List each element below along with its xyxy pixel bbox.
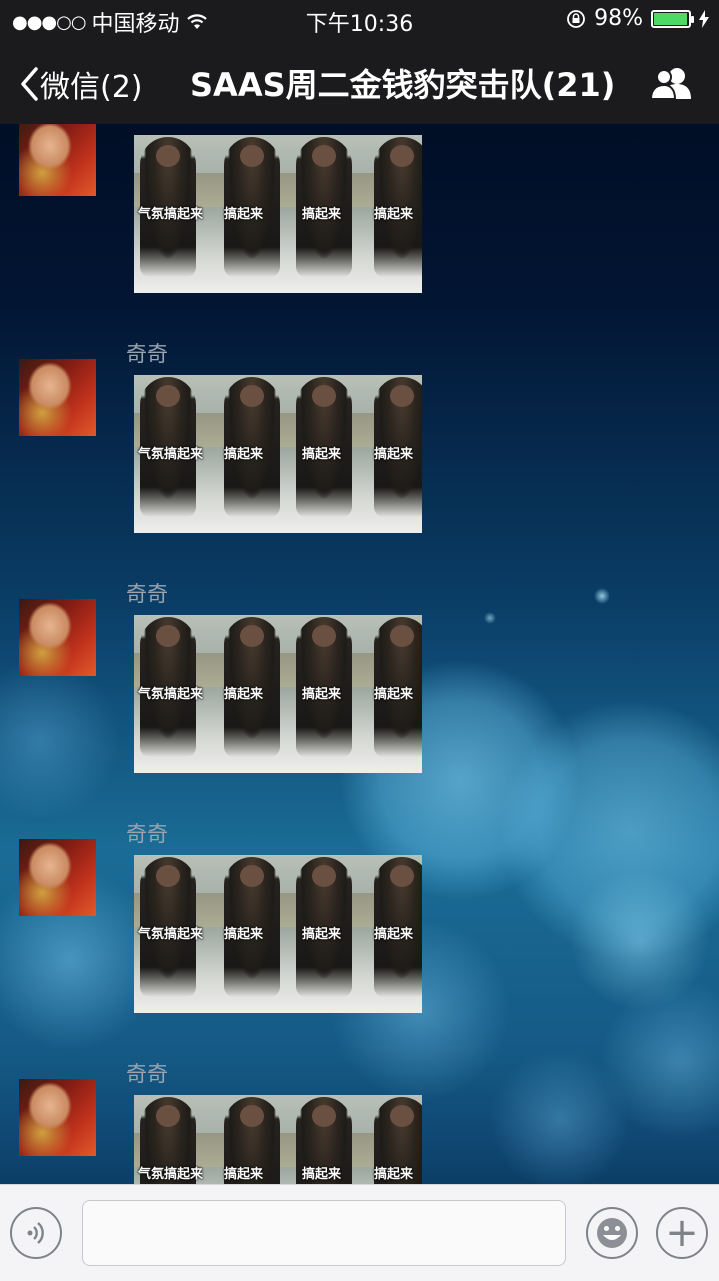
chimpanzee-face: [156, 865, 180, 887]
message-row: 气氛搞起来 搞起来 搞起来 搞起来: [0, 124, 719, 293]
sticker-caption: 搞起来: [224, 447, 264, 462]
message-row: 奇奇气氛搞起来 搞起来 搞起来 搞起来: [0, 244, 719, 533]
emoji-button[interactable]: [586, 1207, 638, 1259]
avatar[interactable]: [19, 1079, 96, 1156]
chimpanzee-face: [390, 145, 414, 167]
sticker-caption: 气氛搞起来: [138, 447, 204, 462]
sticker-captions: 气氛搞起来 搞起来 搞起来 搞起来: [134, 923, 422, 943]
chimpanzee-face: [390, 1105, 414, 1127]
sticker-caption: 搞起来: [302, 687, 342, 702]
chevron-left-icon: [21, 67, 38, 101]
sticker-caption: 搞起来: [302, 927, 342, 942]
back-label: 微信(2): [40, 70, 143, 105]
sticker-caption: 气氛搞起来: [138, 207, 204, 222]
sticker-caption: 搞起来: [224, 1167, 264, 1182]
message-row: 奇奇气氛搞起来 搞起来 搞起来 搞起来: [0, 484, 719, 773]
sender-name: 奇奇: [126, 822, 168, 846]
sticker-captions: 气氛搞起来 搞起来 搞起来 搞起来: [134, 203, 422, 223]
sticker-caption: 搞起来: [374, 687, 414, 702]
chimpanzee-face: [240, 1105, 264, 1127]
chat-title: SAAS周二金钱豹突击队(21): [190, 66, 616, 104]
chimpanzee-face: [156, 625, 180, 647]
sticker-caption: 气氛搞起来: [138, 1167, 204, 1182]
voice-button[interactable]: [10, 1207, 62, 1259]
sender-name: 奇奇: [126, 1062, 168, 1086]
chimpanzee-face: [390, 625, 414, 647]
chimpanzee-face: [312, 385, 336, 407]
avatar[interactable]: [19, 839, 96, 916]
sticker-captions: 气氛搞起来 搞起来 搞起来 搞起来: [134, 443, 422, 463]
input-toolbar: +: [0, 1184, 719, 1281]
sticker-caption: 搞起来: [224, 927, 264, 942]
sticker-message[interactable]: 气氛搞起来 搞起来 搞起来 搞起来: [134, 1095, 422, 1184]
chimpanzee-face: [390, 385, 414, 407]
sticker-caption: 搞起来: [302, 207, 342, 222]
sticker-caption: 搞起来: [374, 207, 414, 222]
status-bar: ●●●○○ 中国移动 下午10:36 98%: [0, 0, 719, 40]
chimpanzee-face: [240, 145, 264, 167]
battery-fill: [654, 12, 688, 25]
sender-name: 奇奇: [126, 582, 168, 606]
sticker-caption: 搞起来: [374, 927, 414, 942]
chimpanzee-face: [312, 145, 336, 167]
chimpanzee-face: [390, 865, 414, 887]
group-members-button[interactable]: [649, 66, 695, 104]
plus-icon: +: [665, 1210, 699, 1256]
sticker-caption: 搞起来: [302, 447, 342, 462]
message-input[interactable]: [82, 1200, 566, 1266]
chimpanzee-face: [312, 1105, 336, 1127]
rotation-lock-icon: [567, 9, 585, 28]
avatar[interactable]: [19, 124, 96, 196]
chimpanzee-face: [240, 625, 264, 647]
avatar[interactable]: [19, 359, 96, 436]
chimpanzee-face: [240, 865, 264, 887]
avatar[interactable]: [19, 599, 96, 676]
sticker-caption: 搞起来: [302, 1167, 342, 1182]
sticker-caption: 气氛搞起来: [138, 927, 204, 942]
plus-button[interactable]: +: [656, 1207, 708, 1259]
chimpanzee-face: [240, 385, 264, 407]
message-row: 奇奇气氛搞起来 搞起来 搞起来 搞起来: [0, 964, 719, 1184]
emoji-icon: [597, 1218, 627, 1248]
chimpanzee-face: [156, 145, 180, 167]
charging-icon: [699, 9, 709, 28]
battery-icon: [651, 9, 694, 28]
sender-name: 奇奇: [126, 342, 168, 366]
chimpanzee-face: [312, 625, 336, 647]
back-button[interactable]: 微信(2): [18, 62, 143, 106]
voice-icon: [27, 1222, 44, 1244]
navigation-bar: 微信(2) SAAS周二金钱豹突击队(21): [0, 40, 719, 124]
sticker-caption: 搞起来: [374, 1167, 414, 1182]
group-members-icon: [649, 68, 691, 100]
sticker-caption: 气氛搞起来: [138, 687, 204, 702]
sticker-caption: 搞起来: [374, 447, 414, 462]
sticker-captions: 气氛搞起来 搞起来 搞起来 搞起来: [134, 1163, 422, 1183]
chimpanzee-face: [156, 1105, 180, 1127]
message-row: 奇奇气氛搞起来 搞起来 搞起来 搞起来: [0, 724, 719, 1013]
chat-message-list[interactable]: 气氛搞起来 搞起来 搞起来 搞起来 奇奇 气氛搞起来 搞起来 搞起来 搞起来 奇奇 气氛搞起来 搞起来…: [0, 124, 719, 1184]
sticker-captions: 气氛搞起来 搞起来 搞起来 搞起来: [134, 683, 422, 703]
sticker-caption: 搞起来: [224, 687, 264, 702]
sticker-caption: 搞起来: [224, 207, 264, 222]
chimpanzee-face: [312, 865, 336, 887]
status-right: 98%: [566, 6, 709, 31]
chimpanzee-face: [156, 385, 180, 407]
battery-percent: 98%: [594, 6, 643, 31]
